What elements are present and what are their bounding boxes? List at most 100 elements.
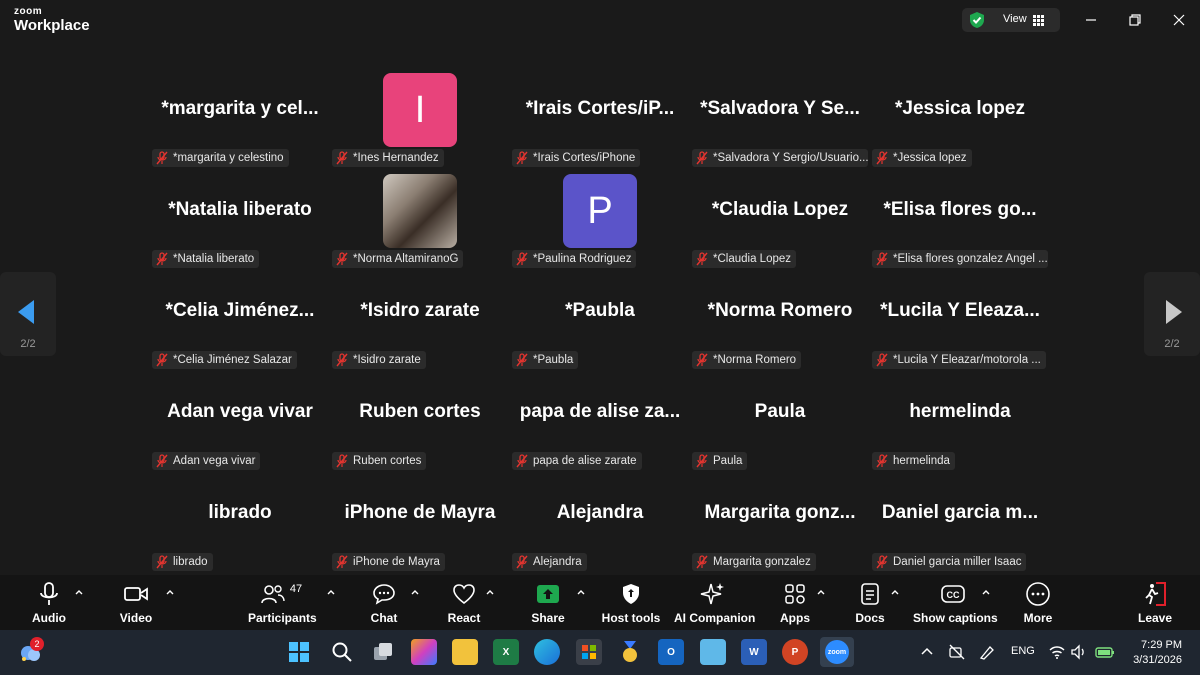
previous-page-button[interactable]: 2/2 (0, 272, 56, 356)
participant-tile[interactable]: P *Paulina Rodriguez (510, 174, 690, 275)
participant-tile[interactable]: *Paubla *Paubla (510, 275, 690, 376)
video-button[interactable]: Video (110, 581, 162, 629)
title-bar: zoom Workplace View (0, 0, 1200, 40)
participant-label-text: *Salvadora Y Sergio/Usuario... (713, 152, 868, 164)
participant-name-label: *Norma Romero (692, 351, 802, 369)
chevron-up-icon[interactable] (410, 587, 420, 597)
chevron-up-icon[interactable] (981, 587, 991, 597)
chevron-up-icon[interactable] (74, 587, 84, 597)
participant-name-label: *Norma AltamiranoG (332, 250, 464, 268)
view-button[interactable]: View (962, 8, 1060, 32)
participants-button[interactable]: 47 Participants (248, 581, 317, 629)
participant-name-label: hermelinda (872, 452, 955, 470)
search-button[interactable] (329, 639, 355, 665)
share-button[interactable]: Share (528, 581, 568, 629)
participant-tile[interactable]: *Lucila Y Eleaza... *Lucila Y Eleazar/mot… (870, 275, 1050, 376)
language-indicator[interactable]: ENG (1011, 645, 1035, 657)
muted-microphone-icon (875, 353, 889, 367)
more-button[interactable]: More (1018, 581, 1058, 629)
participant-tile[interactable]: *Elisa flores go... *Elisa flores gonzale… (870, 174, 1050, 275)
audio-button[interactable]: Audio (22, 581, 76, 629)
participant-tile[interactable]: iPhone de Mayra iPhone de Mayra (330, 477, 510, 578)
participant-name-label: *Paubla (512, 351, 579, 369)
participant-display-name: Margarita gonz... (704, 502, 856, 523)
react-button[interactable]: React (444, 581, 484, 629)
location-pen-icon[interactable] (978, 643, 996, 661)
participant-tile[interactable]: Alejandra Alejandra (510, 477, 690, 578)
participant-display-name: Daniel garcia m... (881, 502, 1039, 523)
chevron-up-icon[interactable] (920, 645, 934, 659)
muted-microphone-icon (695, 353, 709, 367)
camera-off-icon[interactable] (948, 643, 966, 661)
participant-tile[interactable]: *Norma AltamiranoG (330, 174, 510, 275)
copilot-app-icon[interactable] (411, 639, 437, 665)
system-clock[interactable]: 7:29 PM 3/31/2026 (1133, 638, 1182, 668)
participant-label-text: *Elisa flores gonzalez Angel ... (893, 253, 1048, 265)
participant-tile[interactable]: hermelinda hermelinda (870, 376, 1050, 477)
participant-display-name: *Celia Jiménez... (165, 300, 315, 321)
host-tools-button[interactable]: Host tools (601, 581, 661, 629)
start-button[interactable] (286, 639, 312, 665)
chat-button[interactable]: Chat (364, 581, 404, 629)
muted-microphone-icon (155, 151, 169, 165)
chevron-up-icon[interactable] (326, 587, 336, 597)
leave-button[interactable]: Leave (1136, 581, 1174, 629)
outlook-app-icon[interactable]: O (658, 639, 684, 665)
participant-label-text: papa de alise zarate (533, 455, 637, 467)
participant-tile[interactable]: Daniel garcia m... Daniel garcia miller I… (870, 477, 1050, 578)
chevron-up-icon[interactable] (576, 587, 586, 597)
medal-app-icon[interactable] (617, 639, 643, 665)
apps-button[interactable]: Apps (776, 581, 814, 629)
participant-name-label: *Natalia liberato (152, 250, 260, 268)
more-label: More (1023, 611, 1053, 625)
participant-tile[interactable]: librado librado (150, 477, 330, 578)
participant-tile[interactable]: papa de alise za... papa de alise zarate (510, 376, 690, 477)
participant-tile[interactable]: I *Ines Hernandez (330, 73, 510, 174)
close-icon[interactable] (1169, 10, 1189, 30)
wifi-icon[interactable] (1048, 643, 1066, 661)
clock-time: 7:29 PM (1141, 639, 1182, 651)
word-app-icon[interactable]: W (741, 639, 767, 665)
chevron-up-icon[interactable] (165, 587, 175, 597)
participant-display-name: *Paubla (565, 300, 635, 321)
zoom-taskbar-icon[interactable]: zoom (820, 637, 854, 667)
minimize-icon[interactable] (1081, 10, 1101, 30)
notepad-app-icon[interactable] (700, 639, 726, 665)
participant-tile[interactable]: *Irais Cortes/iP... *Irais Cortes/iPhone (510, 73, 690, 174)
participant-name-label: *Paulina Rodriguez (512, 250, 637, 268)
edge-browser-icon[interactable] (534, 639, 560, 665)
participant-display-name: *Jessica lopez (895, 98, 1025, 119)
participant-tile[interactable]: *Claudia Lopez *Claudia Lopez (690, 174, 870, 275)
task-view-button[interactable] (370, 639, 396, 665)
excel-app-icon[interactable]: X (493, 639, 519, 665)
participant-tile[interactable]: Ruben cortes Ruben cortes (330, 376, 510, 477)
battery-icon[interactable] (1094, 643, 1116, 661)
participant-tile[interactable]: Paula Paula (690, 376, 870, 477)
ai-companion-button[interactable]: AI Companion (674, 581, 755, 629)
medal-icon (623, 641, 637, 662)
weather-badge: 2 (30, 637, 44, 651)
participant-tile[interactable]: Adan vega vivar Adan vega vivar (150, 376, 330, 477)
restore-icon[interactable] (1125, 10, 1145, 30)
muted-microphone-icon (875, 151, 889, 165)
speaker-icon[interactable] (1070, 643, 1088, 661)
participant-tile[interactable]: *Salvadora Y Se... *Salvadora Y Sergio/Us… (690, 73, 870, 174)
participant-tile[interactable]: *Isidro zarate *Isidro zarate (330, 275, 510, 376)
powerpoint-app-icon[interactable]: P (782, 639, 808, 665)
participant-tile[interactable]: *Celia Jiménez... *Celia Jiménez Salazar (150, 275, 330, 376)
docs-button[interactable]: Docs (852, 581, 888, 629)
participant-tile[interactable]: *Norma Romero *Norma Romero (690, 275, 870, 376)
chevron-up-icon[interactable] (816, 587, 826, 597)
chevron-up-icon[interactable] (485, 587, 495, 597)
participant-tile[interactable]: Margarita gonz... Margarita gonzalez (690, 477, 870, 578)
chevron-up-icon[interactable] (890, 587, 900, 597)
participant-tile[interactable]: *margarita y cel... *margarita y celestin… (150, 73, 330, 174)
participants-label: Participants (248, 611, 317, 625)
file-explorer-icon[interactable] (452, 639, 478, 665)
participant-tile[interactable]: *Jessica lopez *Jessica lopez (870, 73, 1050, 174)
microsoft-store-icon[interactable] (576, 639, 602, 665)
participant-tile[interactable]: *Natalia liberato *Natalia liberato (150, 174, 330, 275)
arrow-left-icon (18, 300, 34, 324)
next-page-button[interactable]: 2/2 (1144, 272, 1200, 356)
weather-widget[interactable]: 2 (18, 637, 44, 670)
